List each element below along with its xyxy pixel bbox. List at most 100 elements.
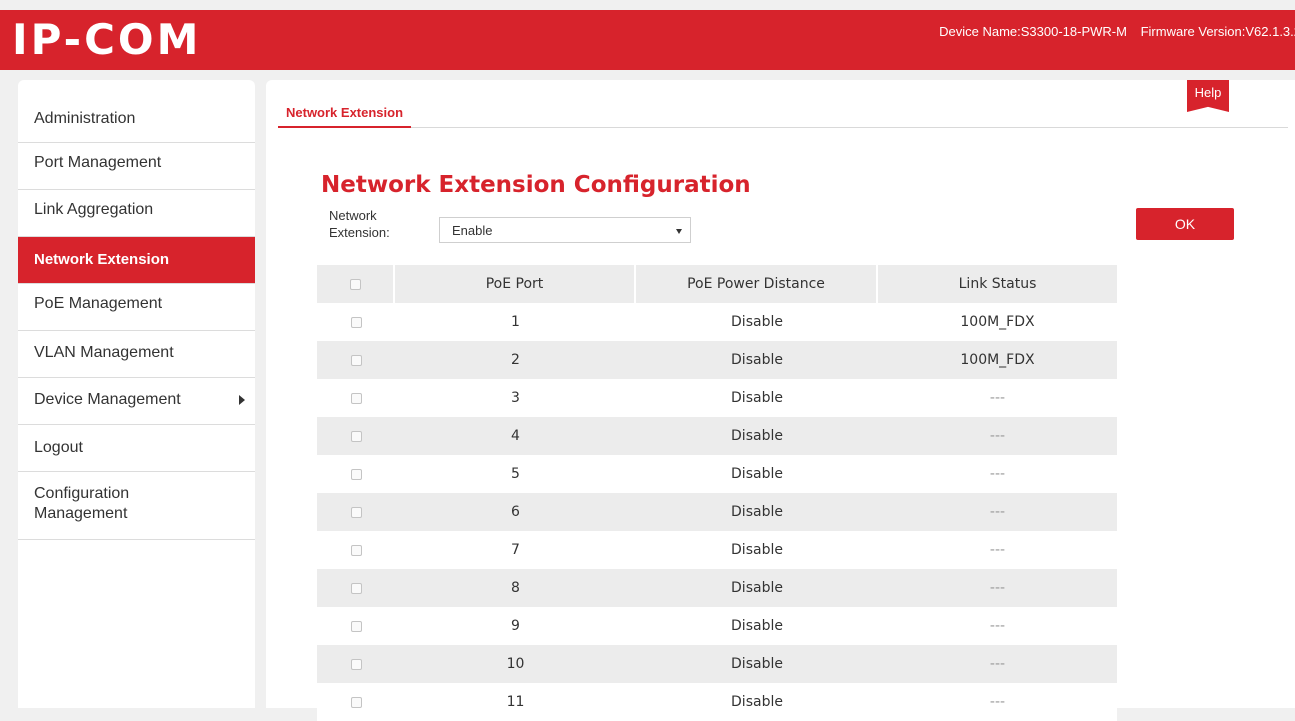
- sidebar-item-port-management[interactable]: Port Management: [18, 143, 255, 190]
- sidebar-item-label: VLAN Management: [34, 344, 174, 361]
- sidebar-item-vlan-management[interactable]: VLAN Management: [18, 331, 255, 378]
- checkbox-cell: [317, 455, 395, 493]
- link-status-cell: ---: [989, 542, 1006, 558]
- row-checkbox[interactable]: [350, 658, 362, 670]
- distance-cell: Disable: [731, 466, 783, 482]
- top-bar: IP-COM Device Name:S3300-18-PWR-M Firmwa…: [0, 10, 1295, 70]
- row-checkbox[interactable]: [350, 392, 362, 404]
- distance-cell: Disable: [731, 542, 783, 558]
- checkbox-cell: [317, 645, 395, 683]
- checkbox-cell: [317, 683, 395, 721]
- main-panel: Network Extension Help Network Extension…: [266, 80, 1295, 721]
- sidebar-item-label: Logout: [34, 439, 83, 456]
- distance-cell: Disable: [731, 656, 783, 672]
- table-row: 7 Disable ---: [317, 531, 1117, 569]
- link-status-cell: ---: [989, 656, 1006, 672]
- checkbox-cell: [317, 493, 395, 531]
- checkbox-cell: [317, 379, 395, 417]
- tab-network-extension[interactable]: Network Extension: [278, 102, 412, 128]
- distance-cell: Disable: [731, 694, 783, 710]
- sidebar-item-label: Administration: [34, 110, 136, 127]
- row-checkbox[interactable]: [350, 506, 362, 518]
- tab-bar: Network Extension: [278, 102, 1288, 128]
- distance-cell: Disable: [731, 314, 783, 330]
- device-info: Device Name:S3300-18-PWR-M Firmware Vers…: [929, 24, 1295, 39]
- table-row: 11 Disable ---: [317, 683, 1117, 721]
- row-checkbox[interactable]: [350, 582, 362, 594]
- column-header-link-status: Link Status: [958, 276, 1037, 292]
- port-cell: 2: [511, 352, 520, 368]
- checkbox-cell: [317, 341, 395, 379]
- network-extension-select[interactable]: Enable: [439, 217, 691, 243]
- checkbox-cell: [317, 531, 395, 569]
- port-cell: 4: [511, 428, 520, 444]
- sidebar-item-device-management[interactable]: Device Management: [18, 378, 255, 425]
- sidebar-item-label: Link Aggregation: [34, 201, 154, 218]
- link-status-cell: ---: [989, 466, 1006, 482]
- port-cell: 3: [511, 390, 520, 406]
- port-cell: 7: [511, 542, 520, 558]
- link-status-cell: ---: [989, 618, 1006, 634]
- sidebar-item-configuration-management[interactable]: Configuration Management: [18, 472, 255, 540]
- column-header-poe-port: PoE Port: [395, 265, 636, 303]
- device-name-text: Device Name:S3300-18-PWR-M: [939, 24, 1127, 39]
- poe-port-table: PoE Port PoE Power Distance Link Status …: [317, 265, 1117, 721]
- sidebar-item-poe-management[interactable]: PoE Management: [18, 284, 255, 331]
- table-row: 6 Disable ---: [317, 493, 1117, 531]
- row-checkbox[interactable]: [350, 430, 362, 442]
- page-title: Network Extension Configuration: [321, 172, 751, 198]
- select-all-checkbox[interactable]: [349, 278, 361, 290]
- distance-cell: Disable: [731, 618, 783, 634]
- sidebar-item-label: Device Management: [34, 391, 181, 408]
- ok-button[interactable]: OK: [1136, 208, 1234, 240]
- row-checkbox[interactable]: [350, 544, 362, 556]
- table-row: 4 Disable ---: [317, 417, 1117, 455]
- port-cell: 10: [506, 656, 525, 672]
- sidebar-item-label: PoE Management: [34, 295, 163, 312]
- header-checkbox-cell: [317, 265, 395, 303]
- ip-com-logo: IP-COM: [12, 15, 202, 64]
- sidebar-item-link-aggregation[interactable]: Link Aggregation: [18, 190, 255, 237]
- link-status-cell: ---: [989, 390, 1006, 406]
- row-checkbox[interactable]: [350, 354, 362, 366]
- distance-cell: Disable: [731, 580, 783, 596]
- link-status-cell: ---: [989, 580, 1006, 596]
- sidebar-item-label: Network Extension: [34, 251, 170, 268]
- port-cell: 9: [511, 618, 520, 634]
- firmware-version-text: Firmware Version:V62.1.3.2: [1140, 24, 1295, 39]
- table-row: 5 Disable ---: [317, 455, 1117, 493]
- sidebar-item-network-extension[interactable]: Network Extension: [18, 237, 255, 284]
- table-row: 9 Disable ---: [317, 607, 1117, 645]
- sidebar-item-label: Port Management: [34, 154, 162, 171]
- distance-cell: Disable: [731, 428, 783, 444]
- chevron-down-icon: [676, 229, 682, 234]
- table-row: 1 Disable 100M_FDX: [317, 303, 1117, 341]
- column-header-poe-power-distance: PoE Power Distance: [636, 265, 878, 303]
- table-header-row: PoE Port PoE Power Distance Link Status: [317, 265, 1117, 303]
- row-checkbox[interactable]: [350, 696, 362, 708]
- port-cell: 6: [511, 504, 520, 520]
- checkbox-cell: [317, 417, 395, 455]
- port-cell: 11: [506, 694, 525, 710]
- network-extension-label: Network Extension:: [329, 208, 390, 240]
- select-value: Enable: [452, 223, 493, 238]
- sidebar-item-administration[interactable]: Administration: [18, 80, 255, 143]
- row-checkbox[interactable]: [350, 316, 362, 328]
- link-status-cell: ---: [989, 428, 1006, 444]
- link-status-cell: 100M_FDX: [960, 352, 1035, 368]
- sidebar-item-label: Configuration Management: [34, 485, 130, 522]
- sidebar-item-logout[interactable]: Logout: [18, 425, 255, 472]
- distance-cell: Disable: [731, 390, 783, 406]
- sidebar: Administration Port Management Link Aggr…: [18, 80, 255, 708]
- table-row: 8 Disable ---: [317, 569, 1117, 607]
- checkbox-cell: [317, 569, 395, 607]
- row-checkbox[interactable]: [350, 468, 362, 480]
- checkbox-cell: [317, 607, 395, 645]
- port-cell: 1: [511, 314, 520, 330]
- link-status-cell: ---: [989, 504, 1006, 520]
- distance-cell: Disable: [731, 504, 783, 520]
- row-checkbox[interactable]: [350, 620, 362, 632]
- distance-cell: Disable: [731, 352, 783, 368]
- table-row: 3 Disable ---: [317, 379, 1117, 417]
- link-status-cell: ---: [989, 694, 1006, 710]
